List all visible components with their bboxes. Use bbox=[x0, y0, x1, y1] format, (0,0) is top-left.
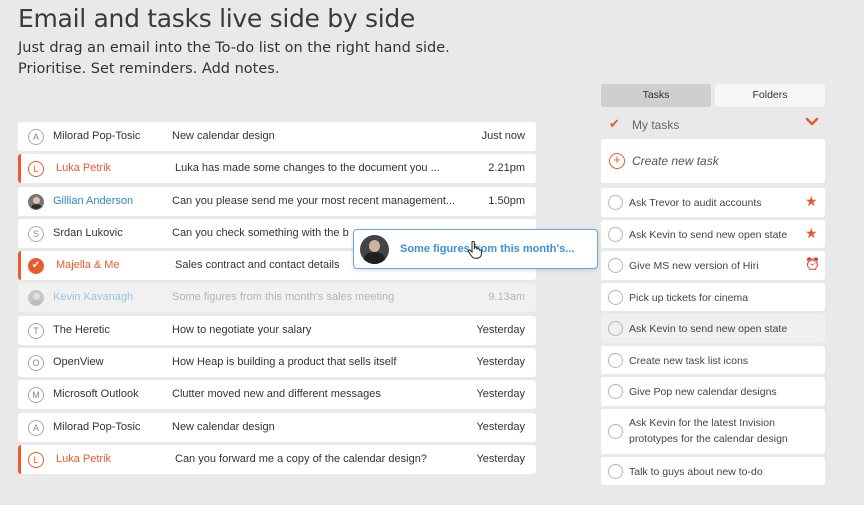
email-subject: Can you please send me your most recent … bbox=[172, 194, 456, 207]
email-row-dragging[interactable]: Kevin Kavanagh Some figures from this mo… bbox=[18, 283, 536, 313]
email-time: Yesterday bbox=[476, 452, 525, 465]
task-checkbox[interactable] bbox=[608, 226, 623, 242]
email-time: Yesterday bbox=[476, 356, 525, 369]
email-subject: Some figures from this month's sales mee… bbox=[172, 291, 395, 304]
email-sender: Gillian Anderson bbox=[53, 194, 134, 207]
task-checkbox[interactable] bbox=[608, 423, 623, 439]
letter-avatar: O bbox=[28, 355, 44, 372]
email-row[interactable]: L Luka Petrik Can you forward me a copy … bbox=[18, 444, 536, 474]
create-task-button[interactable]: + Create new task bbox=[601, 139, 825, 183]
check-icon: ✔ bbox=[609, 116, 620, 131]
email-sender: Milorad Pop-Tosic bbox=[53, 420, 141, 433]
email-time: Just now bbox=[481, 130, 525, 142]
email-sender: OpenView bbox=[53, 356, 104, 369]
email-time: Yesterday bbox=[476, 388, 525, 401]
alarm-icon[interactable]: ⏰ bbox=[805, 257, 820, 271]
subtitle-line-2: Prioritise. Set reminders. Add notes. bbox=[18, 61, 280, 77]
task-item[interactable]: Give Pop new calendar designs bbox=[601, 377, 825, 406]
email-sender: Kevin Kavanagh bbox=[53, 291, 134, 304]
task-label: Ask Kevin to send new open state bbox=[629, 323, 788, 335]
panel-tabs: Tasks Folders bbox=[601, 84, 825, 107]
email-row[interactable]: T The Heretic How to negotiate your sala… bbox=[18, 315, 536, 345]
task-item[interactable]: Talk to guys about new to-do bbox=[601, 456, 825, 485]
avatar bbox=[28, 193, 44, 210]
email-sender: Srdan Lukovic bbox=[53, 226, 123, 239]
task-item[interactable]: Ask Kevin to send new open state bbox=[601, 314, 825, 343]
email-sender: Majella & Me bbox=[56, 259, 120, 272]
task-checkbox[interactable] bbox=[608, 352, 623, 368]
email-row[interactable]: O OpenView How Heap is building a produc… bbox=[18, 348, 536, 378]
subtitle-line-1: Just drag an email into the To-do list o… bbox=[18, 40, 450, 56]
email-sender: Luka Petrik bbox=[56, 452, 112, 465]
letter-avatar: A bbox=[28, 129, 44, 145]
tab-folders[interactable]: Folders bbox=[715, 84, 825, 107]
task-list-title: My tasks bbox=[632, 118, 680, 132]
email-subject: Luka has made some changes to the docume… bbox=[175, 162, 440, 175]
email-time: Yesterday bbox=[476, 323, 525, 336]
task-label: Give MS new version of Hiri bbox=[629, 260, 759, 272]
task-item[interactable]: Create new task list icons bbox=[601, 345, 825, 374]
email-subject: How Heap is building a product that sell… bbox=[172, 356, 397, 369]
email-row[interactable]: Gillian Anderson Can you please send me … bbox=[18, 186, 536, 216]
page-title: Email and tasks live side by side bbox=[18, 4, 415, 33]
task-label: Give Pop new calendar designs bbox=[629, 386, 777, 398]
email-row[interactable]: A Milorad Pop-Tosic New calendar design … bbox=[18, 412, 536, 442]
task-item[interactable]: Pick up tickets for cinema bbox=[601, 282, 825, 311]
email-sender: The Heretic bbox=[53, 323, 110, 336]
hand-cursor-icon bbox=[467, 241, 482, 259]
email-subject: Can you forward me a copy of the calenda… bbox=[175, 452, 427, 465]
drag-preview-text: Some figures from this month's... bbox=[400, 243, 575, 255]
plus-icon: + bbox=[609, 153, 625, 169]
email-sender: Microsoft Outlook bbox=[53, 388, 139, 401]
task-checkbox[interactable] bbox=[608, 384, 623, 399]
email-time: 1.50pm bbox=[488, 194, 525, 207]
avatar bbox=[28, 290, 44, 307]
task-label: Pick up tickets for cinema bbox=[629, 291, 749, 304]
task-list-header[interactable]: ✔ My tasks bbox=[601, 113, 825, 137]
email-row[interactable]: L Luka Petrik Luka has made some changes… bbox=[18, 154, 536, 184]
email-list: A Milorad Pop-Tosic New calendar design … bbox=[18, 122, 536, 477]
task-checkbox[interactable] bbox=[608, 195, 623, 210]
star-icon[interactable]: ★ bbox=[805, 194, 819, 208]
task-label: Ask Kevin to send new open state bbox=[629, 228, 788, 241]
letter-avatar: T bbox=[28, 322, 44, 339]
task-checkbox[interactable] bbox=[608, 258, 623, 273]
letter-avatar: M bbox=[28, 387, 44, 404]
email-subject: New calendar design bbox=[172, 130, 275, 142]
letter-avatar: L bbox=[28, 451, 44, 468]
create-task-label: Create new task bbox=[632, 154, 719, 168]
task-item[interactable]: Ask Kevin for the latest Invision protot… bbox=[601, 408, 825, 454]
email-sender: Luka Petrik bbox=[56, 162, 112, 175]
letter-avatar: S bbox=[28, 225, 44, 242]
letter-avatar: L bbox=[28, 161, 44, 178]
task-list: Ask Trevor to audit accounts ★ Ask Kevin… bbox=[601, 188, 825, 488]
email-time: 2.21pm bbox=[488, 162, 525, 175]
check-icon[interactable]: ✔ bbox=[28, 258, 44, 275]
tab-tasks[interactable]: Tasks bbox=[601, 84, 711, 107]
letter-avatar: A bbox=[28, 419, 44, 436]
task-label: Create new task list icons bbox=[629, 354, 749, 367]
task-item[interactable]: Ask Kevin to send new open state ★ bbox=[601, 219, 825, 248]
star-icon[interactable]: ★ bbox=[805, 226, 819, 240]
email-row[interactable]: M Microsoft Outlook Clutter moved new an… bbox=[18, 380, 536, 410]
task-item[interactable]: Ask Trevor to audit accounts ★ bbox=[601, 188, 825, 217]
task-label: Talk to guys about new to-do bbox=[629, 465, 763, 478]
task-label: Ask Trevor to audit accounts bbox=[629, 197, 762, 209]
email-subject: New calendar design bbox=[172, 420, 275, 433]
task-checkbox[interactable] bbox=[608, 289, 623, 305]
task-checkbox[interactable] bbox=[608, 463, 623, 479]
avatar bbox=[360, 235, 389, 264]
email-sender: Milorad Pop-Tosic bbox=[53, 130, 141, 142]
email-row[interactable]: A Milorad Pop-Tosic New calendar design … bbox=[18, 122, 536, 151]
email-subject: Clutter moved new and different messages bbox=[172, 388, 381, 401]
task-label: Ask Kevin for the latest Invision protot… bbox=[629, 416, 788, 445]
task-checkbox[interactable] bbox=[608, 321, 623, 336]
email-subject: How to negotiate your salary bbox=[172, 323, 312, 336]
email-time: 9.13am bbox=[488, 291, 525, 304]
page-subtitle: Just drag an email into the To-do list o… bbox=[18, 38, 450, 80]
chevron-down-icon[interactable] bbox=[805, 117, 819, 127]
task-item[interactable]: Give MS new version of Hiri ⏰ bbox=[601, 251, 825, 280]
email-time: Yesterday bbox=[476, 420, 525, 433]
